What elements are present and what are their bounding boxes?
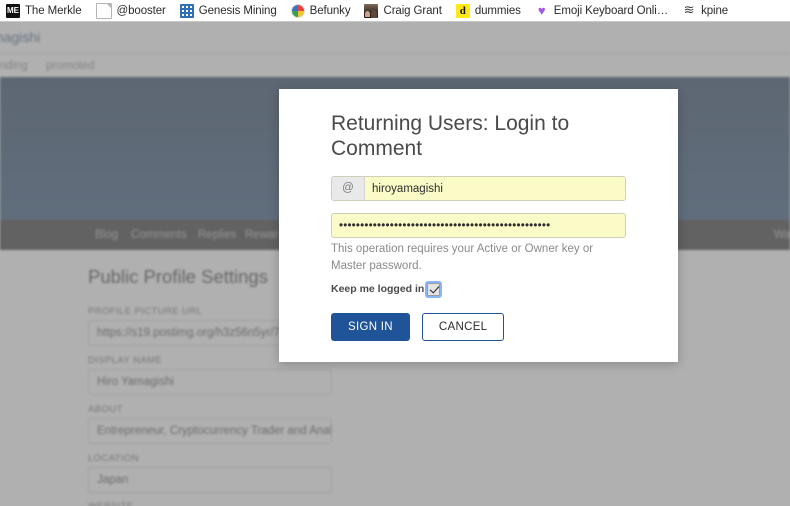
- bookmark-the-merkle[interactable]: ME The Merkle: [6, 1, 82, 21]
- page-icon: [95, 2, 112, 19]
- nav-item-blog[interactable]: Blog: [95, 229, 118, 241]
- field-label-about: ABOUT: [88, 404, 123, 415]
- bookmark-kpine[interactable]: ≋ kpine: [682, 1, 729, 21]
- bookmark-label: Emoji Keyboard Onli…: [553, 4, 669, 17]
- username-input-group: @: [331, 176, 626, 201]
- password-input[interactable]: [331, 213, 626, 238]
- nav-item-wallet[interactable]: Wa…: [774, 229, 790, 241]
- field-label-display-name: DISPLAY NAME: [88, 355, 163, 366]
- at-sign-icon: @: [332, 177, 365, 200]
- merkle-logo-icon: ME: [6, 3, 20, 18]
- keep-me-logged-in-row[interactable]: Keep me logged in: [331, 280, 443, 298]
- subnav-item-promoted[interactable]: promoted: [46, 60, 95, 72]
- site-subnav: …nding promoted: [0, 53, 790, 78]
- bookmark-label: Genesis Mining: [198, 4, 277, 17]
- befunky-icon: [290, 3, 305, 18]
- craig-grant-photo-icon: [364, 3, 379, 18]
- nav-item-replies[interactable]: Replies: [198, 229, 236, 241]
- genesis-mining-icon: [179, 3, 194, 18]
- dummies-icon: d: [455, 3, 470, 18]
- kpine-wave-icon: ≋: [683, 2, 695, 18]
- cancel-button[interactable]: CANCEL: [421, 313, 505, 341]
- bookmark-label: The Merkle: [25, 4, 82, 17]
- login-modal: Returning Users: Login to Comment @ This…: [279, 89, 678, 362]
- site-username-link[interactable]: …magishi: [0, 29, 40, 45]
- field-label-profile-picture-url: PROFILE PICTURE URL: [88, 306, 203, 317]
- bookmark-label: Befunky: [309, 4, 351, 17]
- bookmark-label: @booster: [116, 4, 166, 17]
- display-name-field[interactable]: Hiro Yamagishi: [88, 369, 332, 395]
- keep-me-logged-in-checkbox[interactable]: [425, 280, 443, 298]
- bookmark-booster[interactable]: @booster: [95, 1, 166, 21]
- location-field[interactable]: Japan: [88, 467, 332, 493]
- bookmark-label: Craig Grant: [383, 4, 442, 17]
- modal-title: Returning Users: Login to Comment: [331, 112, 570, 160]
- site-topbar: …magishi …nding promoted: [0, 22, 790, 77]
- field-label-location: LOCATION: [88, 453, 140, 464]
- modal-hint-text: This operation requires your Active or O…: [331, 243, 594, 272]
- bookmark-dummies[interactable]: d dummies: [455, 1, 521, 21]
- modal-actions: SIGN IN CANCEL: [331, 313, 505, 341]
- page-title: Public Profile Settings: [88, 266, 268, 287]
- bookmarks-bar: ME The Merkle @booster Genesis Mining Be…: [0, 0, 790, 22]
- bookmark-genesis-mining[interactable]: Genesis Mining: [179, 1, 277, 21]
- keep-me-logged-in-label: Keep me logged in: [331, 283, 425, 295]
- nav-item-comments[interactable]: Comments: [131, 229, 187, 241]
- bookmark-label: kpine: [701, 4, 729, 17]
- bookmark-befunky[interactable]: Befunky: [290, 1, 351, 21]
- browser-screen: ME The Merkle @booster Genesis Mining Be…: [0, 0, 790, 506]
- rainbow-heart-icon: ♥: [535, 3, 549, 18]
- bookmark-label: dummies: [474, 4, 521, 17]
- bookmark-craig-grant[interactable]: Craig Grant: [364, 1, 442, 21]
- username-input[interactable]: [365, 177, 625, 200]
- subnav-item-trending[interactable]: …nding: [0, 60, 28, 72]
- about-field[interactable]: Entrepreneur, Cryptocurrency Trader and …: [88, 418, 332, 444]
- bookmark-emoji-keyboard[interactable]: ♥ Emoji Keyboard Onli…: [535, 1, 668, 21]
- sign-in-button[interactable]: SIGN IN: [331, 313, 410, 341]
- field-label-website: WEBSITE: [88, 501, 134, 506]
